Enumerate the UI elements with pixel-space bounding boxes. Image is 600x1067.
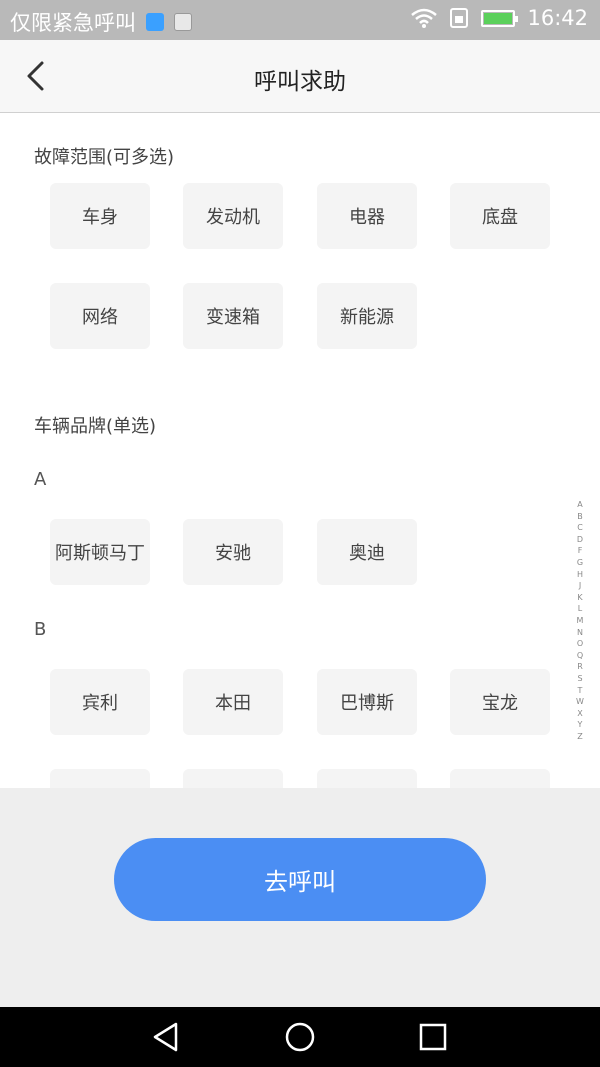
index-letter[interactable]: M bbox=[577, 615, 584, 627]
status-bar: 仅限紧急呼叫 16:42 bbox=[0, 0, 600, 40]
index-letter[interactable]: N bbox=[577, 627, 583, 639]
fault-chip[interactable]: 底盘 bbox=[450, 183, 550, 249]
fault-chip[interactable]: 网络 bbox=[50, 283, 150, 349]
fault-chip[interactable]: 电器 bbox=[317, 183, 417, 249]
call-button[interactable]: 去呼叫 bbox=[114, 838, 486, 921]
index-letter[interactable]: R bbox=[577, 661, 583, 673]
index-letter[interactable]: K bbox=[577, 592, 582, 604]
brand-group-letter: B bbox=[34, 619, 47, 640]
index-letter[interactable]: Q bbox=[577, 650, 583, 662]
recents-square-icon[interactable] bbox=[415, 1019, 451, 1055]
bottom-action-panel: 去呼叫 bbox=[0, 788, 600, 1007]
fault-chip[interactable]: 发动机 bbox=[183, 183, 283, 249]
index-letter[interactable]: C bbox=[577, 522, 583, 534]
battery-charging-icon bbox=[481, 9, 519, 27]
index-letter[interactable]: J bbox=[579, 580, 581, 592]
brand-chip[interactable]: 本田 bbox=[183, 669, 283, 735]
page-title: 呼叫求助 bbox=[254, 69, 346, 95]
index-letter[interactable]: D bbox=[577, 534, 583, 546]
system-nav-bar bbox=[0, 1007, 600, 1067]
index-letter[interactable]: A bbox=[577, 499, 582, 511]
brand-chip-partial[interactable] bbox=[50, 769, 150, 788]
fault-section-title: 故障范围(可多选) bbox=[34, 147, 175, 168]
index-letter[interactable]: S bbox=[577, 673, 582, 685]
usb-icon bbox=[146, 13, 164, 31]
fault-chip[interactable]: 新能源 bbox=[317, 283, 417, 349]
brand-chip[interactable]: 奥迪 bbox=[317, 519, 417, 585]
index-letter[interactable]: W bbox=[576, 696, 584, 708]
fault-chip[interactable]: 变速箱 bbox=[183, 283, 283, 349]
brand-section-title: 车辆品牌(单选) bbox=[34, 416, 157, 437]
brand-chip-partial[interactable] bbox=[183, 769, 283, 788]
sim-icon bbox=[450, 8, 469, 28]
home-circle-icon[interactable] bbox=[282, 1019, 318, 1055]
brand-chip-partial[interactable] bbox=[317, 769, 417, 788]
index-letter[interactable]: L bbox=[578, 603, 582, 615]
index-letter[interactable]: F bbox=[578, 545, 583, 557]
index-letter[interactable]: B bbox=[577, 511, 583, 523]
wifi-icon bbox=[411, 8, 438, 28]
image-icon bbox=[174, 13, 192, 31]
index-letter[interactable]: Z bbox=[577, 731, 582, 743]
brand-chip-partial[interactable] bbox=[450, 769, 550, 788]
index-letter[interactable]: X bbox=[577, 708, 582, 720]
alphabet-index-bar[interactable]: ABCDFGHJKLMNOQRSTWXYZ bbox=[574, 499, 586, 742]
index-letter[interactable]: O bbox=[577, 638, 583, 650]
brand-chip[interactable]: 阿斯顿马丁 bbox=[50, 519, 150, 585]
index-letter[interactable]: T bbox=[578, 685, 583, 697]
carrier-label: 仅限紧急呼叫 bbox=[10, 11, 136, 35]
clock: 16:42 bbox=[527, 6, 588, 30]
app-header: 呼叫求助 bbox=[0, 40, 600, 113]
brand-chip[interactable]: 宾利 bbox=[50, 669, 150, 735]
back-triangle-icon[interactable] bbox=[148, 1019, 184, 1055]
fault-chip[interactable]: 车身 bbox=[50, 183, 150, 249]
brand-group-letter: A bbox=[34, 469, 47, 490]
index-letter[interactable]: G bbox=[577, 557, 583, 569]
index-letter[interactable]: H bbox=[577, 569, 583, 581]
index-letter[interactable]: Y bbox=[578, 719, 583, 731]
brand-chip[interactable]: 安驰 bbox=[183, 519, 283, 585]
help-form[interactable]: 故障范围(可多选) 车身 发动机 电器 底盘 网络 变速箱 新能源 车辆品牌(单… bbox=[0, 113, 600, 788]
brand-chip[interactable]: 宝龙 bbox=[450, 669, 550, 735]
brand-chip[interactable]: 巴博斯 bbox=[317, 669, 417, 735]
